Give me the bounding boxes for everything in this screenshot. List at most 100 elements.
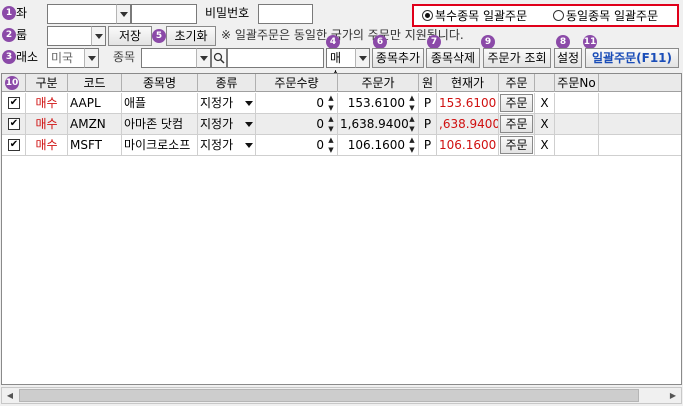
price-cell[interactable]: 153.6100 ▲ ▼ <box>338 93 419 113</box>
radio-dot-empty-icon <box>553 10 564 21</box>
cancel-cell[interactable]: X <box>535 93 555 113</box>
checkbox-checked-icon[interactable]: ✔ <box>8 118 20 130</box>
code-cell: AAPL <box>68 93 122 113</box>
row-check-cell[interactable]: ✔ <box>2 135 26 155</box>
order-button[interactable]: 주문 <box>500 94 533 112</box>
table-row[interactable]: ✔ 매수 AAPL 애플 지정가 0 ▲ ▼ 153.6100 ▲ ▼ P 153.… <box>2 93 681 114</box>
account-label: 좌 <box>16 6 28 20</box>
add-symbol-button[interactable]: 종목추가 <box>372 48 424 68</box>
type-value: 지정가 <box>200 117 234 131</box>
cancel-cell[interactable]: X <box>535 114 555 134</box>
header-type: 종류 <box>198 74 256 92</box>
type-cell[interactable]: 지정가 <box>198 114 256 134</box>
type-value: 지정가 <box>200 138 234 152</box>
checkbox-checked-icon[interactable]: ✔ <box>8 139 20 151</box>
price-query-button[interactable]: 주문가 조회 <box>483 48 551 68</box>
account-input[interactable] <box>47 4 117 24</box>
row-check-cell[interactable]: ✔ <box>2 114 26 134</box>
qty-cell[interactable]: 0 ▲ ▼ <box>256 93 338 113</box>
horizontal-scrollbar[interactable]: ◀ ▶ <box>1 387 682 404</box>
table-row[interactable]: ✔ 매수 MSFT 마이크로소프 지정가 0 ▲ ▼ 106.1600 ▲ ▼ P … <box>2 135 681 156</box>
order-button[interactable]: 주문 <box>500 115 533 133</box>
password-input[interactable] <box>258 4 313 24</box>
price-spinner-icon[interactable]: ▲ ▼ <box>407 93 417 113</box>
exchange-dropdown-arrow[interactable] <box>84 48 99 68</box>
name-cell: 마이크로소프 <box>122 135 198 155</box>
side-cell: 매수 <box>26 135 68 155</box>
save-button[interactable]: 저장 <box>108 26 152 46</box>
type-cell[interactable]: 지정가 <box>198 93 256 113</box>
cancel-cell[interactable]: X <box>535 135 555 155</box>
group-input[interactable] <box>47 26 92 46</box>
order-cell: 주문 <box>499 135 535 155</box>
account-dropdown-arrow[interactable] <box>116 4 131 24</box>
batch-order-button[interactable]: 일괄주문(F11) <box>585 48 679 68</box>
radio-multi-symbol[interactable]: 복수종목 일괄주문 <box>422 9 527 23</box>
reset-button[interactable]: 초기화 <box>166 26 216 46</box>
type-dropdown-arrow[interactable] <box>243 93 255 113</box>
badge-11: 11 <box>583 35 597 49</box>
side-dropdown-arrow[interactable] <box>355 48 370 68</box>
group-dropdown-arrow[interactable] <box>91 26 106 46</box>
header-cancel <box>535 74 555 92</box>
header-code: 코드 <box>68 74 122 92</box>
password-label: 비밀번호 <box>205 6 250 20</box>
header-order: 주문 <box>499 74 535 92</box>
header-check[interactable]: 10 <box>2 74 26 92</box>
badge-4: 4 <box>326 35 340 49</box>
badge-9: 9 <box>481 35 495 49</box>
unit-cell: P <box>419 93 437 113</box>
exchange-select[interactable]: 미국 <box>47 48 85 68</box>
name-cell: 애플 <box>122 93 198 113</box>
symbol-input[interactable] <box>141 48 197 68</box>
price-cell[interactable]: 106.1600 ▲ ▼ <box>338 135 419 155</box>
order-cell: 주문 <box>499 114 535 134</box>
radio-same-symbol[interactable]: 동일종목 일괄주문 <box>553 9 658 23</box>
qty-spinner-icon[interactable]: ▲ ▼ <box>326 93 336 113</box>
header-qty: 주문수량 <box>256 74 338 92</box>
side-select[interactable]: 매수 <box>326 48 356 83</box>
qty-cell[interactable]: 0 ▲ ▼ <box>256 135 338 155</box>
group-label: 룹 <box>16 28 28 42</box>
type-cell[interactable]: 지정가 <box>198 135 256 155</box>
type-value: 지정가 <box>200 96 234 110</box>
badge-3: 3 <box>2 50 16 64</box>
current-price-cell: 106.1600 <box>437 135 499 155</box>
symbol-name-field <box>227 48 324 68</box>
unit-cell: P <box>419 114 437 134</box>
qty-spinner-icon[interactable]: ▲ ▼ <box>326 114 336 134</box>
qty-cell[interactable]: 0 ▲ ▼ <box>256 114 338 134</box>
qty-value: 0 <box>316 117 324 131</box>
price-value: 1,638.9400 <box>340 117 409 131</box>
checkbox-checked-icon[interactable]: ✔ <box>8 97 20 109</box>
badge-6: 6 <box>373 35 387 49</box>
radio-dot-selected-icon <box>422 10 433 21</box>
scroll-right-icon[interactable]: ▶ <box>665 388 681 403</box>
symbol-search-button[interactable] <box>211 48 227 68</box>
order-no-cell <box>555 135 599 155</box>
scroll-thumb[interactable] <box>19 389 639 402</box>
price-spinner-icon[interactable]: ▲ ▼ <box>407 114 417 134</box>
scroll-left-icon[interactable]: ◀ <box>2 388 18 403</box>
header-order-no: 주문No <box>555 74 599 92</box>
exchange-label: 래소 <box>16 50 39 64</box>
radio-same-symbol-label: 동일종목 일괄주문 <box>566 9 659 23</box>
delete-symbol-button[interactable]: 종목삭제 <box>426 48 480 68</box>
order-button[interactable]: 주문 <box>500 136 533 154</box>
table-row[interactable]: ✔ 매수 AMZN 아마존 닷컴 지정가 0 ▲ ▼ 1,638.9400 ▲ ▼ … <box>2 114 681 135</box>
code-cell: AMZN <box>68 114 122 134</box>
type-dropdown-arrow[interactable] <box>243 135 255 155</box>
price-spinner-icon[interactable]: ▲ ▼ <box>407 135 417 155</box>
price-value: 153.6100 <box>347 96 405 110</box>
side-cell: 매수 <box>26 114 68 134</box>
side-cell: 매수 <box>26 93 68 113</box>
symbol-dropdown-arrow[interactable] <box>196 48 211 68</box>
row-check-cell[interactable]: ✔ <box>2 93 26 113</box>
type-dropdown-arrow[interactable] <box>243 114 255 134</box>
price-cell[interactable]: 1,638.9400 ▲ ▼ <box>338 114 419 134</box>
current-price-cell: ,638.9400 <box>437 114 499 134</box>
qty-value: 0 <box>316 138 324 152</box>
settings-button[interactable]: 설정 <box>554 48 582 68</box>
qty-spinner-icon[interactable]: ▲ ▼ <box>326 135 336 155</box>
badge-5: 5 <box>152 29 166 43</box>
